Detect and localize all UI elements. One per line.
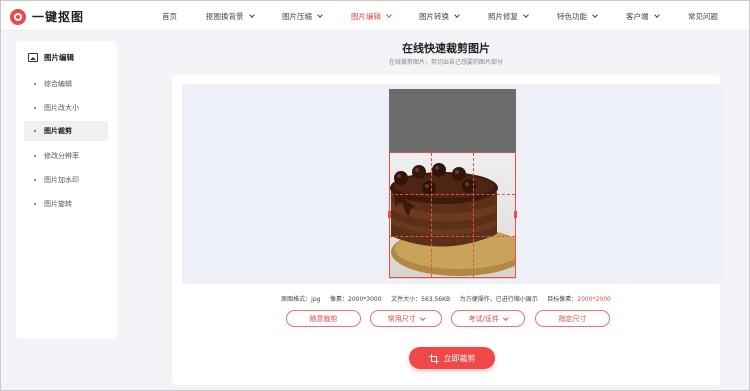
crop-grid-line bbox=[390, 236, 515, 237]
page-title: 在线快速裁剪图片 bbox=[402, 42, 490, 55]
nav-compress[interactable]: 图片压缩 bbox=[282, 11, 323, 22]
chevron-down-icon bbox=[386, 12, 392, 18]
nav-client[interactable]: 客户端 bbox=[626, 11, 660, 22]
sidebar-item-label: 图片加水印 bbox=[44, 176, 79, 184]
free-crop-button[interactable]: 随意裁剪 bbox=[286, 310, 361, 327]
size-value: 563.56KB bbox=[421, 296, 451, 303]
sidebar-item-rotate[interactable]: 图片旋转 bbox=[24, 194, 108, 214]
pixels-value: 2000*3000 bbox=[348, 296, 382, 303]
sidebar-item-watermark[interactable]: 图片加水印 bbox=[24, 170, 108, 190]
common-size-label: 常用尺寸 bbox=[387, 314, 416, 323]
display-note: 为方便操作，已进行缩小展示 bbox=[459, 296, 538, 303]
image-info-bar: 原图格式：jpg 像素：2000*3000 文件大小：563.56KB 为方便操… bbox=[172, 294, 720, 303]
size-label: 文件大小： bbox=[391, 296, 422, 303]
exam-cert-label: 考试/证件 bbox=[468, 314, 499, 323]
target-label: 目标像素： bbox=[547, 296, 578, 303]
format-value: jpg bbox=[311, 296, 321, 303]
nav-client-label: 客户端 bbox=[626, 11, 649, 21]
target-value: 2000*2000 bbox=[577, 296, 611, 303]
crop-handle-left[interactable] bbox=[388, 211, 391, 218]
photo-masked-area bbox=[389, 89, 516, 152]
sidebar-title: 图片编辑 bbox=[28, 52, 74, 63]
format-label: 原图格式： bbox=[281, 296, 312, 303]
sidebar-item-general-edit[interactable]: 综合编辑 bbox=[24, 74, 108, 94]
sidebar: 图片编辑 综合编辑 图片改大小 图片裁剪 修改分辨率 图片加水印 图片旋转 bbox=[16, 41, 117, 338]
logo[interactable]: 一键抠图 bbox=[10, 8, 84, 25]
image-icon bbox=[28, 53, 38, 62]
sidebar-item-label: 综合编辑 bbox=[44, 80, 72, 88]
nav-home-label: 首页 bbox=[162, 11, 177, 21]
sidebar-item-label: 图片改大小 bbox=[44, 104, 79, 112]
nav-cutout-background-label: 抠图换背景 bbox=[206, 11, 244, 21]
custom-size-button[interactable]: 指定尺寸 bbox=[535, 310, 610, 327]
nav-convert[interactable]: 图片转换 bbox=[419, 11, 460, 22]
chevron-down-icon bbox=[317, 12, 323, 18]
custom-size-label: 指定尺寸 bbox=[558, 314, 587, 323]
sidebar-item-resolution[interactable]: 修改分辨率 bbox=[24, 146, 108, 166]
sidebar-item-label: 修改分辨率 bbox=[44, 152, 79, 160]
sidebar-item-label: 图片裁剪 bbox=[44, 127, 72, 135]
nav-home[interactable]: 首页 bbox=[162, 11, 177, 22]
free-crop-label: 随意裁剪 bbox=[309, 314, 338, 323]
exam-cert-dropdown[interactable]: 考试/证件 bbox=[451, 310, 525, 327]
crop-icon bbox=[428, 353, 439, 364]
top-header: 一键抠图 首页 抠图换背景 图片压缩 图片编辑 图片转换 照片修复 特色功能 客… bbox=[1, 1, 749, 31]
chevron-down-icon bbox=[454, 12, 460, 18]
chevron-down-icon bbox=[653, 12, 660, 18]
chevron-down-icon bbox=[420, 315, 425, 320]
pixels-label: 像素： bbox=[330, 296, 349, 303]
common-size-dropdown[interactable]: 常用尺寸 bbox=[370, 310, 442, 327]
nav-features-label: 特色功能 bbox=[557, 11, 587, 21]
page-subtitle: 在线裁剪图片，剪切出自己想要的图片部分 bbox=[388, 59, 503, 66]
nav-cutout-background[interactable]: 抠图换背景 bbox=[206, 11, 255, 22]
sidebar-item-label: 图片旋转 bbox=[44, 200, 72, 208]
crop-now-label: 立即裁剪 bbox=[443, 353, 476, 363]
crop-grid-line bbox=[390, 194, 515, 195]
nav-photo-repair[interactable]: 照片修复 bbox=[488, 11, 529, 22]
logo-icon bbox=[10, 8, 26, 25]
chevron-down-icon bbox=[248, 12, 255, 18]
crop-now-button[interactable]: 立即裁剪 bbox=[409, 347, 495, 369]
nav-convert-label: 图片转换 bbox=[419, 11, 449, 21]
sidebar-item-crop[interactable]: 图片裁剪 bbox=[24, 121, 108, 141]
crop-selection-box[interactable] bbox=[388, 152, 517, 278]
nav-photo-repair-label: 照片修复 bbox=[488, 11, 518, 21]
nav-faq-label: 常见问题 bbox=[688, 11, 718, 21]
nav-compress-label: 图片压缩 bbox=[282, 11, 312, 21]
chevron-down-icon bbox=[503, 315, 509, 320]
nav-features[interactable]: 特色功能 bbox=[557, 11, 598, 22]
logo-text: 一键抠图 bbox=[32, 10, 85, 24]
crop-grid-line bbox=[473, 153, 474, 277]
sidebar-item-resize[interactable]: 图片改大小 bbox=[24, 98, 108, 118]
nav-faq[interactable]: 常见问题 bbox=[688, 11, 718, 22]
chevron-down-icon bbox=[592, 12, 598, 18]
nav-image-edit[interactable]: 图片编辑 bbox=[351, 11, 392, 22]
crop-grid-line bbox=[431, 153, 432, 277]
sidebar-title-label: 图片编辑 bbox=[44, 53, 74, 62]
chevron-down-icon bbox=[523, 12, 529, 18]
nav-image-edit-label: 图片编辑 bbox=[351, 11, 381, 21]
crop-handle-right[interactable] bbox=[514, 211, 517, 218]
